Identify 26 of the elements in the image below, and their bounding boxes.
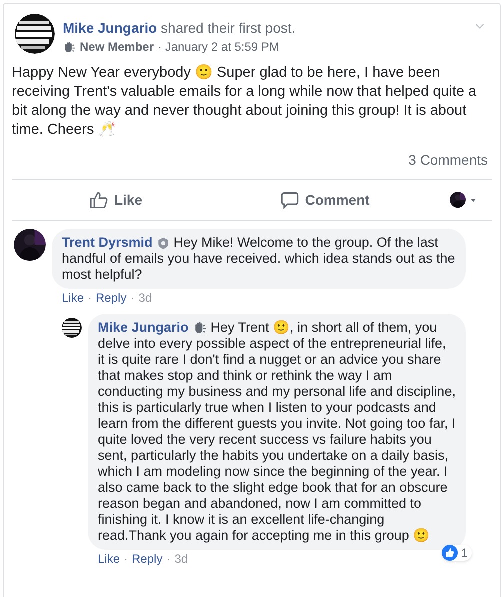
post-timestamp[interactable]: · January 2 at 5:59 PM <box>158 40 280 55</box>
speech-bubble-icon <box>281 191 300 209</box>
post-action-text: shared their first post. <box>161 20 296 36</box>
thumbs-up-icon <box>90 191 108 209</box>
like-button[interactable]: Like <box>12 184 221 216</box>
like-link[interactable]: Like <box>62 291 84 306</box>
member-label: New Member <box>80 40 154 55</box>
separator-dot: · <box>166 552 171 567</box>
comment-text: Mike Jungario Hey Trent 🙂, in short all of them, you delve into every possible aspect of the entrepreneurial life, it is quite rare I don't find a nugget or an advice you share that makes stop and think or rethink the way I am conducting my business and my personal life and discipline, this is particularly true when I listen to your podcasts and learn from the different guests you invite. Not going too far, I quite loved the very recent success vs failure habits you sent, particularly the habits you undertake on a daily basis, which I am modeling now since the beginning of the year. I also came back to the slight edge book that for an obscure reason began and abandoned, now I am committed to finishing it. I know it is an excellent life-changing read.Thank you again for accepting me in this group 🙂 <box>98 320 456 544</box>
post-text: Happy New Year everybody 🙂 Super glad to be here, I have been receiving Trent's valuable emails for a long while now that helped quite a bit along the way and never thought about joining this group! It is about time. Cheers 🥂 <box>12 64 478 140</box>
separator-dot: · <box>88 291 92 306</box>
author-link[interactable]: Mike Jungario <box>63 20 158 36</box>
reply-link[interactable]: Reply <box>132 552 163 567</box>
comment-text: Trent Dyrsmid Hey Mike! Welcome to the group. Of the last handful of emails you have received. which idea stands out as the most helpful? <box>62 235 456 283</box>
comments-count-link[interactable]: 3 Comments <box>408 151 488 169</box>
comment-button[interactable]: Comment <box>221 184 430 216</box>
commenter-name-link[interactable]: Mike Jungario <box>98 320 189 336</box>
reaction-count: 1 <box>461 545 469 561</box>
reply-link[interactable]: Reply <box>96 291 127 306</box>
like-link[interactable]: Like <box>98 552 120 567</box>
wave-icon <box>63 41 76 54</box>
shield-icon <box>156 236 170 250</box>
separator-dot: · <box>130 291 135 306</box>
commenter-name-link[interactable]: Trent Dyrsmid <box>62 235 153 251</box>
wave-icon <box>192 321 207 335</box>
separator-dot: · <box>124 552 128 567</box>
